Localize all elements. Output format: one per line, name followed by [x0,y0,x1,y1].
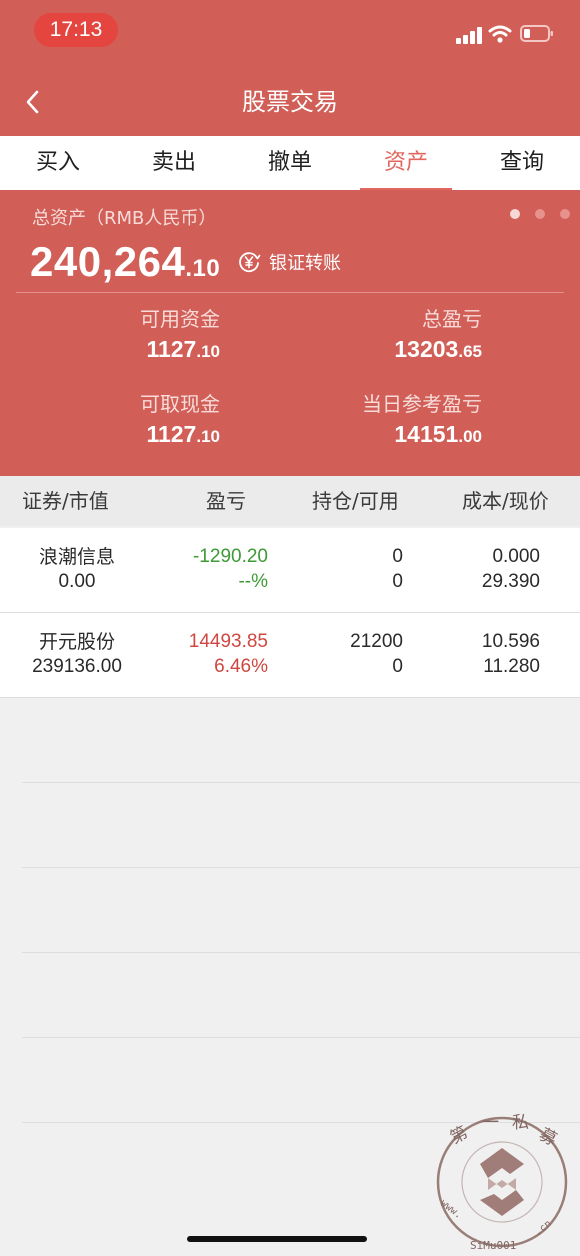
header-position-available: 持仓/可用 [312,489,399,513]
tab-cancel-order[interactable]: 撤单 [232,136,348,190]
holdings-table-header: 证券/市值 盈亏 持仓/可用 成本/现价 [0,476,580,526]
security-name: 浪潮信息 [38,546,115,568]
battery-icon [520,25,553,42]
watermark-url-left: www. [438,1198,464,1222]
pnl-amount: -1290.20 [192,546,268,567]
available-funds-integer: 1127 [146,336,197,362]
daily-pnl-decimal: .00 [458,427,482,446]
available-quantity: 0 [392,571,403,592]
withdrawable-cash-value: 1127.10 [100,421,220,448]
yen-transfer-icon [239,252,261,273]
total-assets-decimal: .10 [185,255,221,282]
page-dot-active [510,209,520,219]
tab-assets[interactable]: 资产 [348,136,464,190]
total-pnl-value: 13203.65 [342,336,482,363]
withdrawable-cash-decimal: .10 [196,427,220,446]
holding-row[interactable]: 开元股份 239136.00 14493.85 6.46% 21200 0 10… [0,613,580,698]
tab-buy[interactable]: 买入 [0,136,116,190]
tab-query[interactable]: 查询 [464,136,580,190]
daily-pnl-value: 14151.00 [342,421,482,448]
pnl-percent: 6.46% [214,656,268,677]
asset-summary-panel: 总资产（RMB人民币） 240,264.10 银证转账 可用资金 1127.10… [0,190,580,476]
withdrawable-cash-integer: 1127 [146,421,197,447]
daily-pnl-label: 当日参考盈亏 [362,392,482,416]
holding-row[interactable]: 浪潮信息 0.00 -1290.20 --% 0 0 0.000 29.390 [0,528,580,613]
tab-sell[interactable]: 卖出 [116,136,232,190]
available-funds-label: 可用资金 [140,307,220,331]
security-name: 开元股份 [38,631,115,653]
total-assets-integer: 240,264 [30,238,186,285]
watermark-top-char-2: 一 [482,1113,499,1133]
header-pnl: 盈亏 [206,489,246,513]
available-funds-value: 1127.10 [100,336,220,363]
total-assets-value: 240,264.10 [30,236,220,295]
position-quantity: 21200 [350,631,403,652]
watermark-top-char-3: 私 [512,1113,529,1133]
page-dot [535,209,545,219]
bank-transfer-button[interactable]: 银证转账 [237,248,341,276]
bank-transfer-label: 银证转账 [269,253,341,274]
total-pnl-integer: 13203 [394,336,459,362]
total-pnl-decimal: .65 [458,342,482,361]
header-cost-price: 成本/现价 [462,489,549,513]
market-value: 0.00 [58,571,96,592]
page-dot [560,209,570,219]
daily-pnl-integer: 14151 [394,421,459,447]
total-assets-label: 总资产（RMB人民币） [32,208,217,229]
empty-row-divider [22,952,580,953]
market-value: 239136.00 [32,656,122,677]
position-quantity: 0 [392,546,403,567]
total-pnl-label: 总盈亏 [422,307,482,331]
app-header: 17:13 股票交易 [0,0,580,136]
summary-divider [16,292,564,293]
cellular-signal-icon [456,27,484,44]
header-security-market-value: 证券/市值 [22,489,109,513]
empty-row-divider [22,782,580,783]
watermark-url-bottom: SiMu001 [470,1239,516,1252]
empty-row-divider [22,867,580,868]
pnl-percent: --% [238,571,268,592]
available-funds-decimal: .10 [196,342,220,361]
trade-tab-bar: 买入 卖出 撤单 资产 查询 [0,136,580,190]
wifi-icon [488,25,512,43]
available-quantity: 0 [392,656,403,677]
stock-trading-screen: 17:13 股票交易 买入 卖出 撤单 资产 查询 总资产（RMB人民币） 24… [0,0,580,1256]
cost-price: 0.000 [492,546,540,567]
empty-row-divider [22,1037,580,1038]
cost-price: 10.596 [481,631,540,652]
current-price: 29.390 [481,571,540,592]
page-indicator-dots [510,209,580,221]
home-indicator[interactable] [187,1236,367,1242]
current-price: 11.280 [483,656,540,677]
status-time: 17:13 [34,13,118,47]
watermark-seal: 第 一 私 募 www. SiMu001 .cn [436,1113,568,1252]
pnl-amount: 14493.85 [188,631,268,652]
withdrawable-cash-label: 可取现金 [140,392,220,416]
page-title: 股票交易 [242,88,338,116]
